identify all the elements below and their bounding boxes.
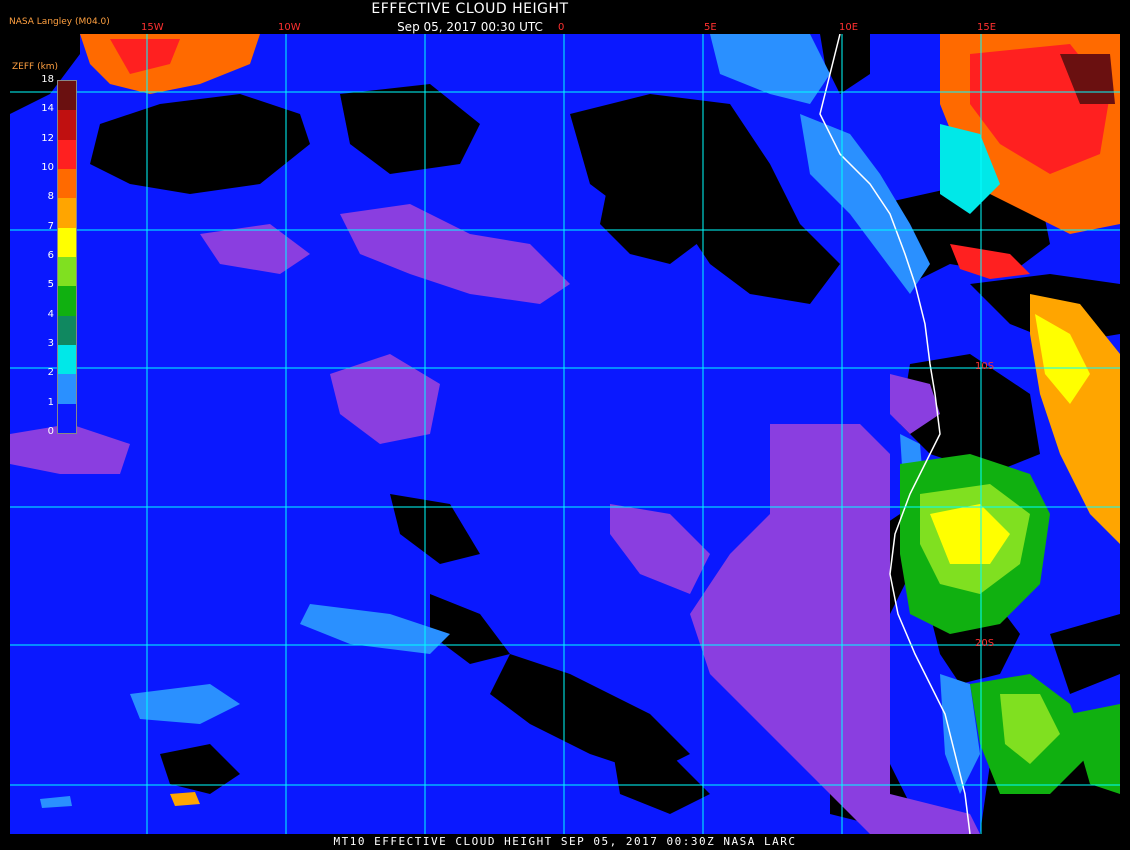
colorbar	[57, 80, 77, 434]
colorbar-segment	[58, 315, 76, 345]
colorbar-segment	[58, 403, 76, 433]
colorbar-segment	[58, 169, 76, 199]
lon-label-10e: 10E	[839, 22, 859, 33]
colorbar-tick-label: 5	[47, 279, 54, 291]
colorbar-segment	[58, 198, 76, 228]
colorbar-tick-label: 6	[47, 250, 54, 261]
lon-label-15w: 15W	[141, 22, 164, 33]
colorbar-title: ZEFF (km)	[12, 62, 59, 72]
colorbar-segment	[58, 227, 76, 257]
colorbar-segment	[58, 139, 76, 169]
colorbar-tick-label: 7	[47, 220, 54, 232]
colorbar-segment	[58, 81, 76, 111]
lon-label-15e: 15E	[977, 22, 997, 33]
colorbar-segment	[58, 286, 76, 316]
colorbar-tick-label: 2	[47, 367, 54, 379]
colorbar-tick-label: 14	[41, 103, 54, 115]
lat-label-20s: 20S	[975, 638, 995, 649]
lat-label-10s: 10S	[975, 361, 995, 372]
colorbar-segment	[58, 110, 76, 140]
colorbar-tick-label: 1	[47, 396, 54, 408]
colorbar-tick-label: 0	[47, 426, 54, 437]
lon-label-5e: 5E	[704, 22, 717, 33]
colorbar-segment	[58, 345, 76, 375]
lon-label-0: 0	[558, 22, 565, 33]
lon-label-10w: 10W	[278, 22, 301, 33]
colorbar-tick-label: 4	[47, 308, 54, 320]
colorbar-tick-label: 8	[47, 191, 54, 203]
colorbar-tick-label: 12	[41, 132, 54, 144]
colorbar-segment	[58, 257, 76, 287]
colorbar-tick-label: 10	[41, 162, 54, 173]
colorbar-tick-label: 18	[41, 74, 54, 85]
footer-caption: MT10 EFFECTIVE CLOUD HEIGHT SEP 05, 2017…	[333, 835, 797, 848]
map-title: EFFECTIVE CLOUD HEIGHT	[371, 1, 569, 17]
satellite-map	[10, 34, 1120, 834]
colorbar-tick-label: 3	[47, 338, 54, 349]
colorbar-segment	[58, 374, 76, 404]
cloud-height-image	[10, 34, 1120, 834]
